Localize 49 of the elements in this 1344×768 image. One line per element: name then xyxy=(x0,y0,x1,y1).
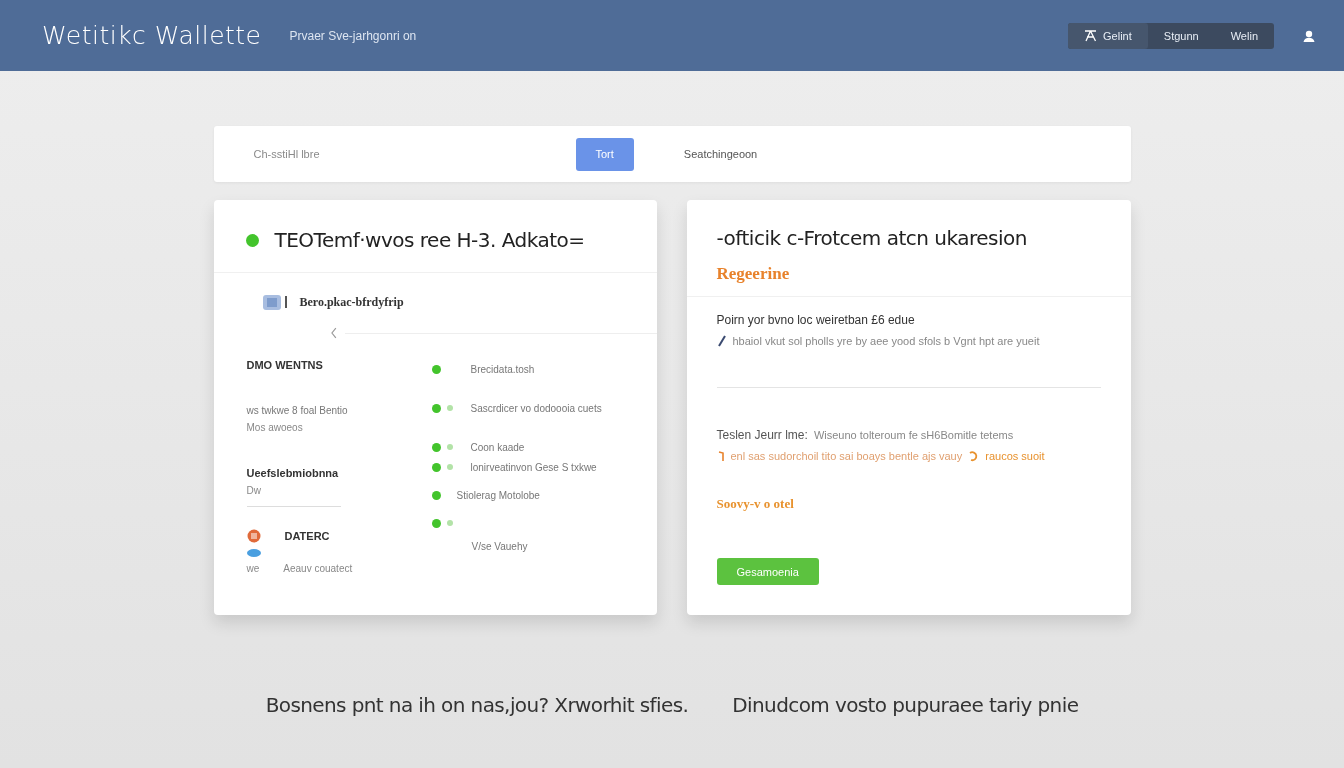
status-dot xyxy=(431,364,441,374)
row-detail: Mos awoeos xyxy=(246,422,304,433)
note-detail: enl sas sudorchoil tito sai boays bentle ajs vauy xyxy=(730,450,963,462)
status-text: Coon kaade xyxy=(470,441,525,453)
nav-tab[interactable]: Welin xyxy=(1214,22,1274,49)
row-detail: Aeauv couatect xyxy=(283,563,353,574)
status-dot xyxy=(431,442,441,452)
row-label: ws twkwe 8 foal Bentio xyxy=(246,405,349,416)
row-detail: Dw xyxy=(246,485,262,496)
status-text: V/se Vauehy xyxy=(471,540,528,552)
caption: Bosnens pnt na ih on nas,jou? Xrworhit sfies. xyxy=(265,693,689,717)
row-label: Ueefslebmiobnna xyxy=(246,467,340,479)
status-text: lonirveatinvon Gese S txkwe xyxy=(470,461,597,473)
cloud-icon xyxy=(246,549,261,557)
app-logo: Wetitikc Wallette xyxy=(42,21,262,50)
status-text: Sascrdicer vo dodoooia cuets xyxy=(470,402,602,414)
status-dot xyxy=(431,403,441,413)
section-title: Bero.pkac-bfrdyfrip xyxy=(299,294,404,310)
nav-tab[interactable]: Stgunn xyxy=(1147,22,1215,49)
status-dot xyxy=(446,520,453,526)
card-title: TEOTemf·wvos ree H-3. Adkato= xyxy=(274,228,585,252)
caption: Dinudcom vosto pupuraee tariy pnie xyxy=(732,693,1079,717)
status-dot xyxy=(446,464,453,470)
badge-icon xyxy=(246,529,261,543)
card-title: -ofticik c-Frotcem atcn ukaresion xyxy=(716,226,1028,250)
search-hint: Seatchingeoon xyxy=(683,148,758,160)
item-text: hbaiol vkut sol pholls yre by aee yood sfols b Vgnt hpt are yueit xyxy=(732,335,1040,347)
chevron-left-icon[interactable] xyxy=(329,327,338,339)
nav-tab[interactable]: Gelint xyxy=(1068,22,1148,49)
status-dot xyxy=(431,518,441,528)
footer-label: Soovy-v o otel xyxy=(716,496,795,512)
row-label: DATERC xyxy=(284,530,330,542)
refresh-icon xyxy=(968,450,980,462)
person-icon[interactable] xyxy=(1302,28,1316,43)
status-text: Brecidata.tosh xyxy=(470,363,535,375)
card-subtitle: Regeerine xyxy=(716,264,791,284)
status-dot xyxy=(245,233,259,247)
row-label: DMO WENTNS xyxy=(246,359,324,371)
note-text: Wiseuno tolteroum fe sH6Bomitle tetems xyxy=(813,429,1014,441)
slash-icon xyxy=(716,335,727,347)
status-dot xyxy=(446,405,453,411)
note-title: Teslen Jeurr lme: xyxy=(716,428,808,442)
status-dot xyxy=(446,444,453,450)
status-text: Stiolerag Motolobe xyxy=(456,489,540,501)
row-prefix: we xyxy=(246,563,260,574)
item-title: Poirn yor bvno loc weiretban £6 edue xyxy=(716,313,916,327)
status-dot xyxy=(431,490,441,500)
tagline: Prvaer Sve-jarhgonri on xyxy=(289,28,417,43)
status-dot xyxy=(431,462,441,472)
